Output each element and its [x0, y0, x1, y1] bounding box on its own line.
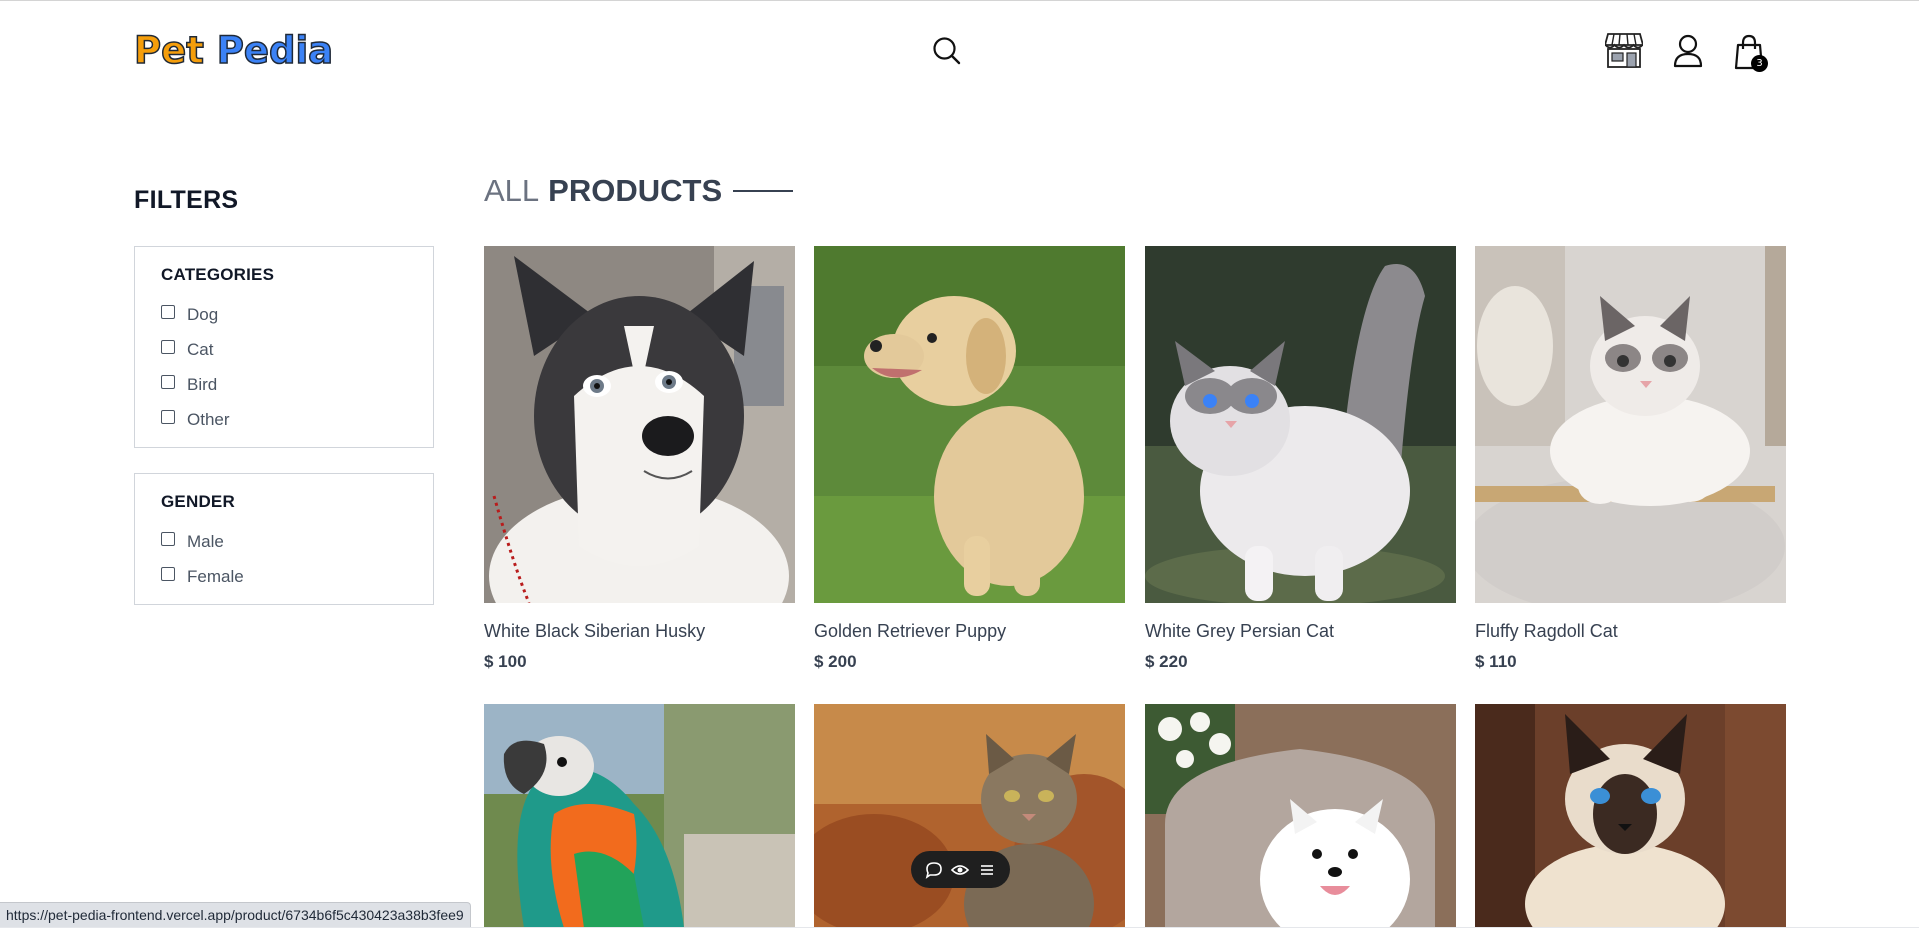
product-name[interactable]: White Black Siberian Husky	[484, 621, 795, 642]
product-name[interactable]: Fluffy Ragdoll Cat	[1475, 621, 1786, 642]
product-price: $ 220	[1145, 652, 1188, 671]
macaw-parrot-image[interactable]	[484, 704, 795, 928]
categories-heading: CATEGORIES	[161, 265, 275, 284]
option-label: Female	[187, 566, 244, 586]
products-heading: ALL PRODUCTS	[484, 173, 794, 209]
menu-icon[interactable]	[978, 861, 996, 879]
option-label: Male	[187, 531, 224, 551]
product-card[interactable]	[484, 704, 795, 928]
cart-count-badge: 3	[1751, 55, 1768, 72]
golden-retriever-image[interactable]	[814, 246, 1125, 603]
product-card[interactable]: Fluffy Ragdoll Cat $ 110	[1475, 246, 1786, 672]
categories-filter: CATEGORIES Dog Cat Bird Other	[134, 246, 434, 448]
product-card[interactable]	[1145, 704, 1456, 928]
comment-icon[interactable]	[925, 861, 943, 879]
other-checkbox[interactable]	[161, 409, 175, 424]
product-card[interactable]	[1475, 704, 1786, 928]
product-price: $ 100	[484, 652, 527, 671]
floating-toolbar	[911, 851, 1010, 888]
white-spitz-dog-image[interactable]	[1145, 704, 1456, 928]
filter-option-dog[interactable]: Dog	[161, 297, 407, 332]
option-label: Other	[187, 409, 230, 429]
store-icon[interactable]	[1603, 32, 1645, 68]
product-card[interactable]: Golden Retriever Puppy $ 200	[814, 246, 1125, 672]
option-label: Bird	[187, 374, 218, 394]
pet-pedia-logo[interactable]: Pet Pedia	[133, 28, 334, 74]
dog-checkbox[interactable]	[161, 304, 175, 319]
option-label: Cat	[187, 339, 214, 359]
cat-checkbox[interactable]	[161, 339, 175, 354]
product-card[interactable]: White Black Siberian Husky $ 100	[484, 246, 795, 672]
search-icon[interactable]	[932, 36, 962, 66]
filter-option-other[interactable]: Other	[161, 402, 407, 437]
tabby-cat-image[interactable]	[814, 704, 1125, 928]
siamese-cat-image[interactable]	[1475, 704, 1786, 928]
filter-option-male[interactable]: Male	[161, 524, 407, 559]
ragdoll-cat-image[interactable]	[1475, 246, 1786, 603]
heading-bold: PRODUCTS	[548, 173, 723, 208]
gender-filter: GENDER Male Female	[134, 473, 434, 605]
female-checkbox[interactable]	[161, 566, 175, 581]
cart-icon[interactable]: 3	[1734, 34, 1768, 72]
site-header: Pet Pedia 3	[0, 0, 1919, 100]
heading-light: ALL	[484, 173, 540, 208]
bird-checkbox[interactable]	[161, 374, 175, 389]
product-name[interactable]: White Grey Persian Cat	[1145, 621, 1456, 642]
product-price: $ 200	[814, 652, 857, 671]
product-name[interactable]: Golden Retriever Puppy	[814, 621, 1125, 642]
filter-option-cat[interactable]: Cat	[161, 332, 407, 367]
filters-title[interactable]: FILTERS	[134, 186, 238, 215]
filter-option-female[interactable]: Female	[161, 559, 407, 594]
male-checkbox[interactable]	[161, 531, 175, 546]
heading-divider	[733, 190, 794, 192]
product-card[interactable]: White Grey Persian Cat $ 220	[1145, 246, 1456, 672]
gender-heading: GENDER	[161, 492, 235, 511]
product-price: $ 110	[1475, 652, 1517, 671]
filter-option-bird[interactable]: Bird	[161, 367, 407, 402]
link-status-bar: https://pet-pedia-frontend.vercel.app/pr…	[0, 902, 471, 928]
option-label: Dog	[187, 304, 219, 324]
user-icon[interactable]	[1673, 34, 1703, 68]
product-card[interactable]	[814, 704, 1125, 928]
husky-image[interactable]	[484, 246, 795, 603]
persian-cat-image[interactable]	[1145, 246, 1456, 603]
eye-icon[interactable]	[951, 861, 970, 879]
